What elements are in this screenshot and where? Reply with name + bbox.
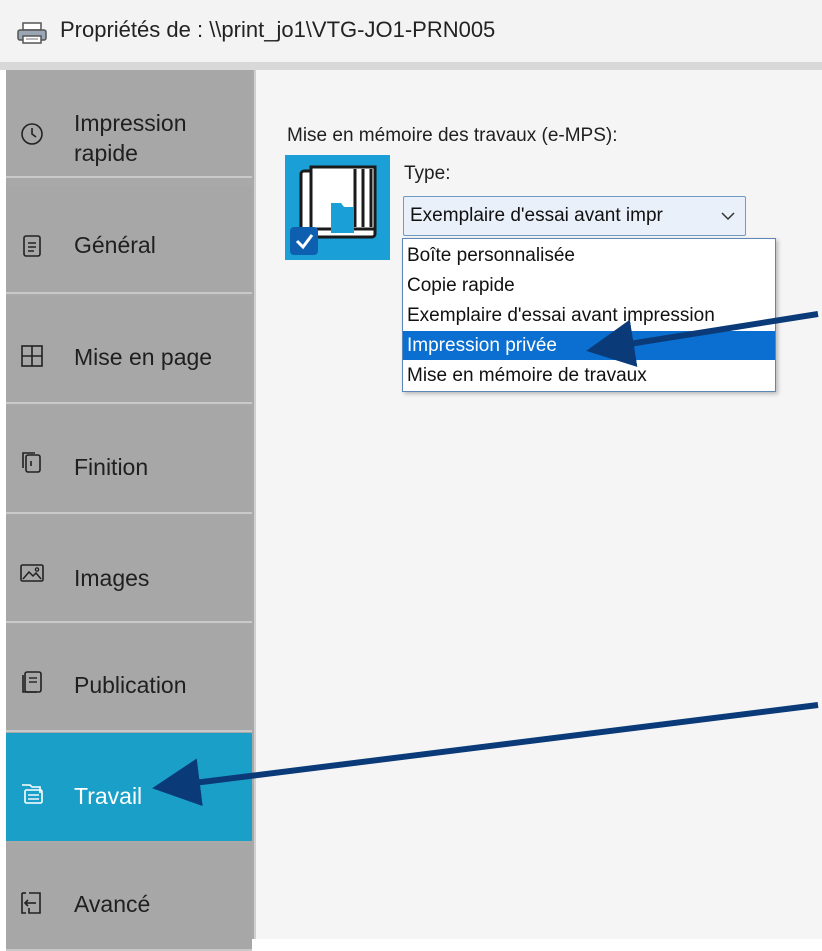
- sidebar-item-finition[interactable]: Finition: [6, 406, 252, 514]
- sidebar-item-label: Mise en page: [74, 344, 213, 370]
- dropdown-option[interactable]: Exemplaire d'essai avant impression: [403, 301, 775, 330]
- type-dropdown-list: Boîte personnalisée Copie rapide Exempla…: [402, 238, 776, 392]
- type-select-value: Exemplaire d'essai avant impr: [410, 205, 663, 226]
- sidebar-item-general[interactable]: Général: [6, 186, 252, 294]
- grid-icon: [21, 345, 43, 367]
- sidebar-item-label: Avancé: [74, 891, 151, 917]
- title-bar: Propriétés de : \\print_jo1\VTG-JO1-PRN0…: [0, 0, 822, 62]
- job-icon: [22, 784, 43, 804]
- sidebar-item-label: Impression rapide: [74, 110, 187, 166]
- section-label-job-storage: Mise en mémoire des travaux (e-MPS):: [287, 125, 618, 146]
- sidebar-item-label: Finition: [74, 454, 149, 480]
- sidebar-item-mise-en-page[interactable]: Mise en page: [6, 296, 252, 404]
- document-icon: [23, 235, 41, 257]
- dropdown-option[interactable]: Mise en mémoire de travaux: [403, 361, 775, 390]
- sidebar-item-label: Général: [74, 232, 156, 258]
- type-label: Type:: [404, 163, 451, 184]
- export-icon: [21, 892, 41, 914]
- sidebar-item-images[interactable]: Images: [6, 515, 252, 623]
- window-title: Propriétés de : \\print_jo1\VTG-JO1-PRN0…: [60, 17, 496, 42]
- sidebar-item-label: Travail: [74, 783, 143, 809]
- dropdown-option[interactable]: Copie rapide: [403, 271, 775, 300]
- dropdown-option-highlighted[interactable]: Impression privée: [403, 331, 775, 360]
- publication-icon: [22, 671, 42, 693]
- frame-separator: [0, 62, 822, 70]
- type-select[interactable]: Exemplaire d'essai avant impr: [403, 196, 746, 236]
- sidebar-item-label: Images: [74, 565, 150, 591]
- sidebar-item-impression-rapide[interactable]: Impression rapide: [6, 70, 252, 178]
- printer-icon: [17, 22, 47, 44]
- image-icon: [20, 564, 44, 582]
- sidebar-item-travail[interactable]: Travail: [6, 733, 252, 841]
- sidebar: Impression rapide Général Mise en page F…: [6, 70, 254, 951]
- dropdown-option[interactable]: Boîte personnalisée: [403, 241, 775, 270]
- sidebar-item-avance[interactable]: Avancé: [6, 843, 252, 951]
- clock-icon: [21, 123, 43, 145]
- job-storage-icon: [285, 155, 390, 260]
- staple-icon: [22, 452, 41, 473]
- chevron-down-icon[interactable]: [721, 210, 735, 222]
- sidebar-item-label: Publication: [74, 672, 187, 698]
- sidebar-item-publication[interactable]: Publication: [6, 624, 252, 732]
